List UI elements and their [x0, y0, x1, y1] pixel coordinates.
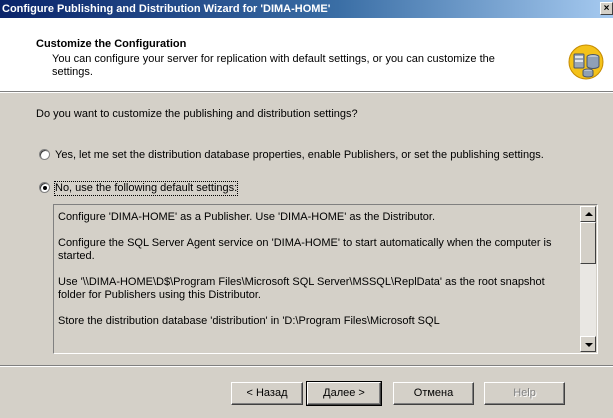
scroll-up-button[interactable] [580, 206, 596, 222]
next-button[interactable]: Далее > [306, 381, 382, 406]
default-settings-content: Configure 'DIMA-HOME' as a Publisher. Us… [58, 211, 568, 341]
scroll-down-button[interactable] [580, 336, 596, 352]
settings-line: Store the distribution database 'distrib… [58, 315, 440, 327]
settings-line: Use '\\DIMA-HOME\D$\Program Files\Micros… [58, 276, 545, 301]
arrow-down-icon [585, 343, 593, 347]
option-yes-label[interactable]: Yes, let me set the distribution databas… [55, 149, 595, 162]
vertical-scrollbar[interactable] [580, 206, 596, 352]
footer-divider-light [0, 366, 613, 367]
header-divider [0, 92, 613, 93]
radio-yes[interactable] [39, 149, 50, 160]
server-replication-icon [568, 44, 604, 80]
radio-no[interactable] [39, 182, 50, 193]
scroll-thumb[interactable] [580, 222, 596, 264]
default-settings-textbox[interactable]: Configure 'DIMA-HOME' as a Publisher. Us… [53, 204, 598, 354]
radio-selected-dot [43, 186, 47, 190]
arrow-up-icon [585, 212, 593, 216]
header-title: Customize the Configuration [36, 38, 187, 50]
cancel-button[interactable]: Отмена [393, 382, 474, 405]
help-button[interactable]: Help [484, 382, 565, 405]
title-bar[interactable]: Configure Publishing and Distribution Wi… [0, 0, 613, 18]
customize-question: Do you want to customize the publishing … [36, 108, 358, 120]
settings-line: Configure the SQL Server Agent service o… [58, 237, 552, 262]
back-button[interactable]: < Назад [231, 382, 303, 405]
header-subtitle: You can configure your server for replic… [52, 53, 495, 78]
close-button[interactable]: × [600, 2, 613, 15]
wizard-header: Customize the Configuration You can conf… [0, 18, 613, 92]
option-no-label[interactable]: No, use the following default settings: [53, 181, 239, 196]
settings-line: Configure 'DIMA-HOME' as a Publisher. Us… [58, 211, 436, 223]
wizard-window: Configure Publishing and Distribution Wi… [0, 0, 613, 418]
window-title: Configure Publishing and Distribution Wi… [2, 3, 331, 15]
